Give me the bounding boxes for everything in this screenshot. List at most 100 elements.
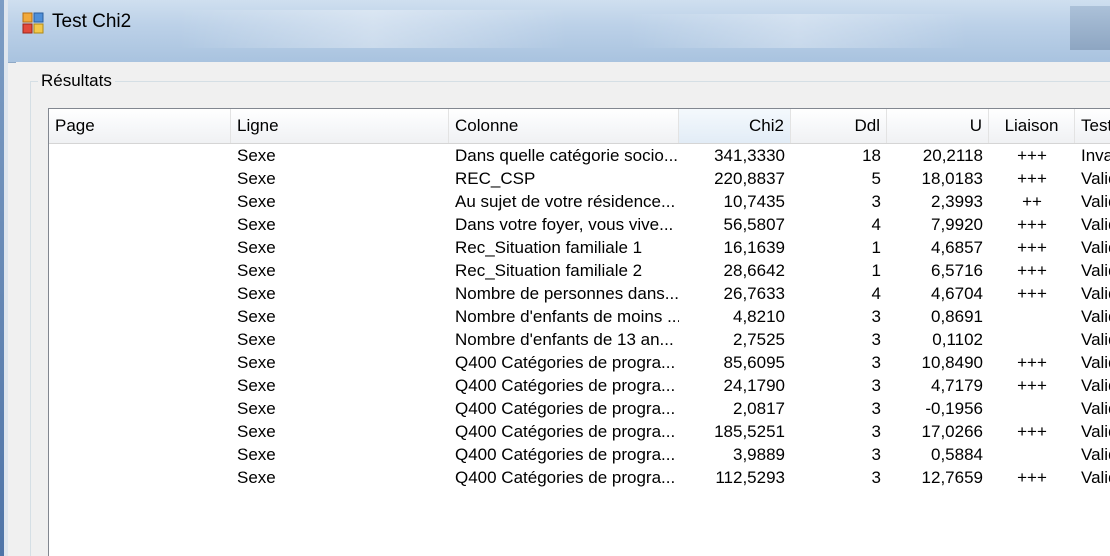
cell-u: 0,5884 (931, 445, 983, 464)
cell-u: 0,1102 (932, 330, 983, 349)
cell-colonne: Nombre d'enfants de 13 an... (455, 330, 674, 349)
cell-ddl: 18 (862, 146, 881, 165)
table-row[interactable]: Sexe Nombre d'enfants de moins ... 4,8210 3… (49, 305, 1110, 328)
cell-liaison: +++ (1017, 422, 1047, 441)
cell-colonne: Dans votre foyer, vous vive... (455, 215, 674, 234)
cell-ddl: 3 (871, 468, 881, 487)
table-row[interactable]: Sexe Nombre d'enfants de 13 an... 2,7525 3 0… (49, 328, 1110, 351)
cell-ligne: Sexe (237, 238, 276, 257)
table-row[interactable]: Sexe Q400 Catégories de progra... 24,1790 3… (49, 374, 1110, 397)
cell-liaison: +++ (1017, 353, 1047, 372)
cell-test: Valid (1081, 284, 1110, 303)
cell-colonne: Q400 Catégories de progra... (455, 376, 676, 395)
cell-u: 6,5716 (931, 261, 983, 280)
cell-colonne: Q400 Catégories de progra... (455, 445, 676, 464)
cell-test: Valid (1081, 307, 1110, 326)
cell-chi2: 341,3330 (714, 146, 785, 165)
column-header-liaison[interactable]: Liaison (989, 109, 1075, 143)
cell-page (49, 190, 231, 213)
cell-page (49, 144, 231, 167)
table-row[interactable]: Sexe Q400 Catégories de progra... 112,5293… (49, 466, 1110, 489)
cell-colonne: Q400 Catégories de progra... (455, 468, 676, 487)
cell-ligne: Sexe (237, 422, 276, 441)
listview-rows: Sexe Dans quelle catégorie socio... 341,33… (49, 144, 1110, 489)
cell-chi2: 220,8837 (714, 169, 785, 188)
cell-page (49, 305, 231, 328)
title-bar[interactable]: Test Chi2 (8, 0, 1110, 63)
cell-colonne: Nombre de personnes dans... (455, 284, 679, 303)
cell-ligne: Sexe (237, 330, 276, 349)
column-header-chi2[interactable]: Chi2 (679, 109, 791, 143)
column-header-u[interactable]: U (887, 109, 989, 143)
table-row[interactable]: Sexe Q400 Catégories de progra... 3,9889 3 0… (49, 443, 1110, 466)
cell-ligne: Sexe (237, 192, 276, 211)
cell-test: Valid (1081, 192, 1110, 211)
cell-test: Valid (1081, 261, 1110, 280)
column-header-colonne[interactable]: Colonne (449, 109, 679, 143)
cell-liaison: +++ (1017, 215, 1047, 234)
cell-chi2: 28,6642 (723, 261, 785, 280)
cell-u: 4,6704 (931, 284, 983, 303)
table-row[interactable]: Sexe REC_CSP 220,8837 5 18,0183 +++ Valid (49, 167, 1110, 190)
cell-page (49, 328, 231, 351)
cell-ligne: Sexe (237, 169, 276, 188)
cell-ddl: 3 (871, 330, 881, 349)
table-row[interactable]: Sexe Nombre de personnes dans... 26,7633 4 4… (49, 282, 1110, 305)
cell-page (49, 236, 231, 259)
window-controls-area[interactable] (1070, 6, 1110, 50)
cell-u: 17,0266 (921, 422, 983, 441)
column-header-ligne[interactable]: Ligne (231, 109, 449, 143)
cell-test: Valid (1081, 445, 1110, 464)
table-row[interactable]: Sexe Rec_Situation familiale 2 28,6642 1 6,5… (49, 259, 1110, 282)
cell-u: 4,6857 (931, 238, 983, 257)
cell-chi2: 4,8210 (733, 307, 785, 326)
cell-page (49, 397, 231, 420)
cell-liaison: +++ (1017, 284, 1047, 303)
cell-ddl: 4 (871, 284, 881, 303)
cell-page (49, 167, 231, 190)
cell-u: -0,1956 (925, 399, 983, 418)
table-row[interactable]: Sexe Q400 Catégories de progra... 185,5251… (49, 420, 1110, 443)
cell-test: Valid (1081, 169, 1110, 188)
cell-chi2: 26,7633 (723, 284, 785, 303)
table-row[interactable]: Sexe Q400 Catégories de progra... 85,6095 3… (49, 351, 1110, 374)
cell-colonne: Rec_Situation familiale 1 (455, 238, 643, 257)
title-bar-glass (178, 10, 568, 48)
cell-ddl: 3 (871, 307, 881, 326)
table-row[interactable]: Sexe Dans quelle catégorie socio... 341,33… (49, 144, 1110, 167)
cell-chi2: 112,5293 (715, 468, 785, 487)
cell-liaison: ++ (1022, 192, 1042, 211)
cell-liaison: +++ (1017, 376, 1047, 395)
cell-ligne: Sexe (237, 468, 276, 487)
cell-liaison: +++ (1017, 238, 1047, 257)
app-icon[interactable] (22, 12, 44, 34)
cell-page (49, 282, 231, 305)
cell-page (49, 259, 231, 282)
table-row[interactable]: Sexe Q400 Catégories de progra... 2,0817 3 -… (49, 397, 1110, 420)
table-row[interactable]: Sexe Au sujet de votre résidence... 10,743… (49, 190, 1110, 213)
cell-colonne: Q400 Catégories de progra... (455, 399, 676, 418)
column-header-test[interactable]: Test (1075, 109, 1110, 143)
cell-ddl: 3 (871, 376, 881, 395)
cell-test: Inval (1081, 146, 1110, 165)
column-header-ddl[interactable]: Ddl (791, 109, 887, 143)
cell-ligne: Sexe (237, 284, 276, 303)
cell-ligne: Sexe (237, 445, 276, 464)
cell-ligne: Sexe (237, 376, 276, 395)
cell-liaison (989, 397, 1075, 420)
title-bar-glass (628, 14, 968, 48)
cell-ddl: 1 (871, 238, 881, 257)
cell-chi2: 2,0817 (733, 399, 785, 418)
results-listview[interactable]: Page Ligne Colonne Chi2 Ddl U Liaison Te… (48, 108, 1110, 556)
cell-u: 12,7659 (921, 468, 983, 487)
column-header-page[interactable]: Page (49, 109, 231, 143)
cell-chi2: 10,7435 (723, 192, 785, 211)
cell-u: 0,8691 (931, 307, 983, 326)
cell-chi2: 56,5807 (723, 215, 785, 234)
cell-liaison: +++ (1017, 468, 1047, 487)
cell-liaison: +++ (1017, 146, 1047, 165)
table-row[interactable]: Sexe Dans votre foyer, vous vive... 56,580… (49, 213, 1110, 236)
cell-test: Valid (1081, 376, 1110, 395)
table-row[interactable]: Sexe Rec_Situation familiale 1 16,1639 1 4,6… (49, 236, 1110, 259)
cell-ligne: Sexe (237, 307, 276, 326)
